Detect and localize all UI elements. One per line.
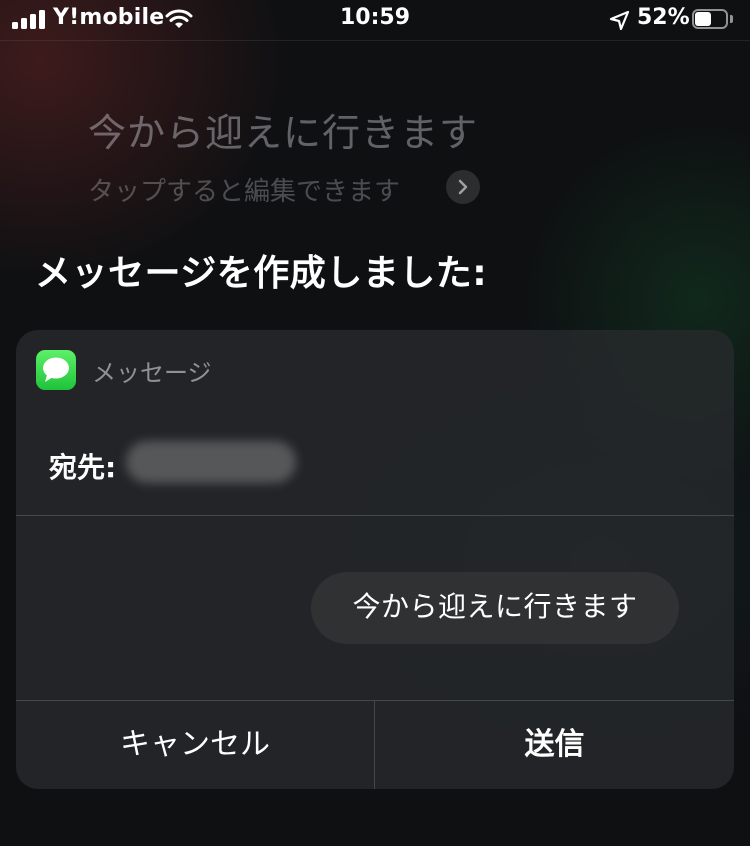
chevron-right-icon[interactable] — [446, 170, 480, 204]
carrier-label: Y!mobile — [53, 5, 165, 30]
send-button[interactable]: 送信 — [375, 701, 734, 789]
message-compose-card: メッセージ 宛先: 今から迎えに行きます キャンセル 送信 — [16, 330, 734, 789]
cancel-button[interactable]: キャンセル — [16, 701, 374, 789]
message-bubble[interactable]: 今から迎えに行きます — [311, 572, 679, 644]
divider — [16, 515, 734, 516]
recipient-label: 宛先: — [49, 451, 117, 484]
battery-icon — [692, 9, 736, 31]
tap-to-edit-hint[interactable]: タップすると編集できます — [88, 171, 400, 208]
battery-percent: 52% — [637, 5, 690, 30]
app-name-label: メッセージ — [92, 359, 212, 387]
status-bar: Y!mobile 10:59 52% — [0, 0, 750, 41]
message-text: 今から迎えに行きます — [352, 590, 638, 623]
wifi-icon — [165, 9, 193, 28]
signal-icon — [12, 9, 48, 29]
battery-level-fill — [695, 12, 711, 26]
messages-app-icon — [36, 350, 76, 390]
siri-response-title: メッセージを作成しました: — [35, 253, 488, 294]
siri-query-text[interactable]: 今から迎えに行きます — [88, 102, 478, 157]
location-arrow-icon — [609, 10, 630, 30]
recipient-name-redacted[interactable] — [126, 441, 296, 483]
